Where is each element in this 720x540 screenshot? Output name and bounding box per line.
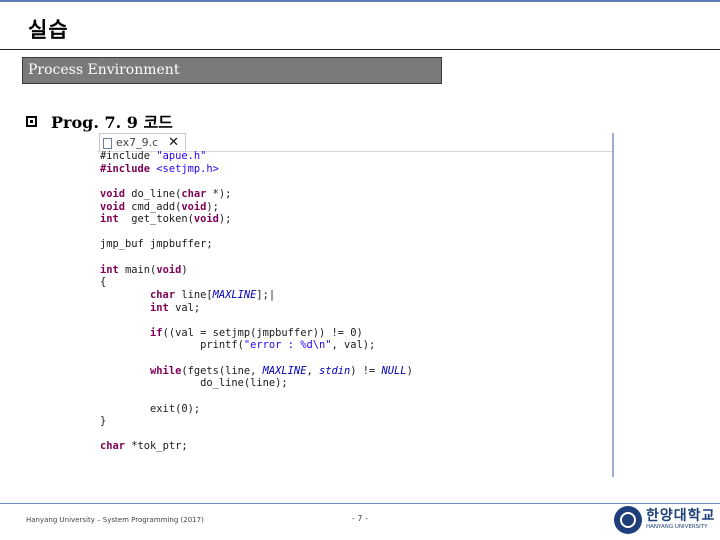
code-line: int get_token(void); (100, 213, 232, 226)
code-line: void do_line(char *); (100, 187, 232, 200)
code-line: #include <setjmp.h> (100, 162, 219, 175)
checkbox-bullet-icon (26, 115, 37, 127)
section-bar: Process Environment (22, 57, 442, 84)
code-line: { (100, 276, 107, 289)
code-line: exit(0); (100, 402, 201, 415)
code-line: printf("error : %d\n", val); (100, 339, 376, 352)
footer-course-text: Hanyang University – System Programming … (26, 516, 204, 524)
bullet-text: Prog. 7. 9 코드 (51, 113, 173, 132)
logo-english-text: HANYANG UNIVERSITY (646, 524, 708, 531)
slide-title: 실습 (28, 18, 69, 42)
code-line: if((val = setjmp(jmpbuffer)) != 0) (150, 326, 363, 339)
logo-korean-text: 한양대학교 (646, 508, 716, 525)
code-line: #include "apue.h" (100, 150, 207, 162)
code-line: int val; (150, 301, 201, 314)
top-accent-rule (0, 0, 720, 2)
university-logo: 한양대학교 HANYANG UNIVERSITY (614, 506, 715, 534)
code-line: int main(void) (100, 263, 188, 276)
page-number: - 7 - (352, 514, 368, 523)
code-editor-screenshot: ex7_9.c ✕ #include "apue.h" #include <se… (97, 133, 614, 477)
code-line: char *tok_ptr; (100, 440, 188, 453)
code-line: char line[MAXLINE];| (150, 288, 276, 301)
footer-divider (0, 503, 720, 504)
university-seal-icon (614, 506, 642, 534)
code-line: while(fgets(line, MAXLINE, stdin) != NUL… (150, 364, 413, 377)
code-line: jmp_buf jmpbuffer; (100, 238, 213, 251)
code-line: do_line(line); (100, 377, 288, 390)
title-divider (0, 49, 720, 50)
bullet-item: Prog. 7. 9 코드 (26, 110, 173, 132)
code-line: void cmd_add(void); (100, 200, 219, 213)
source-code[interactable]: #include "apue.h" #include <setjmp.h> vo… (100, 150, 413, 453)
c-file-icon (103, 137, 112, 149)
code-line: } (100, 415, 107, 428)
